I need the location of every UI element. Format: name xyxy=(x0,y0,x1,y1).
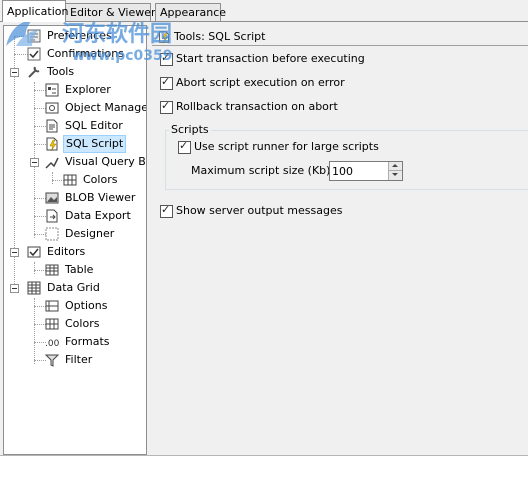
tree-item-label: Data Grid xyxy=(47,281,100,294)
sql-editor-icon xyxy=(46,119,58,133)
use-script-runner-checkbox[interactable] xyxy=(178,139,191,154)
svg-text:.00: .00 xyxy=(45,339,60,349)
spinner-up-button[interactable] xyxy=(388,162,402,171)
header-divider xyxy=(152,45,528,46)
tree-item-label: Tools xyxy=(47,65,75,78)
abort-on-error-label[interactable]: Abort script execution on error xyxy=(176,76,345,89)
data-export-icon xyxy=(46,209,58,223)
show-server-output-label[interactable]: Show server output messages xyxy=(176,204,342,217)
scripts-group xyxy=(165,130,528,190)
sql-script-icon xyxy=(46,137,58,152)
tree-line xyxy=(34,298,35,364)
collapse-tools-toggle[interactable] xyxy=(10,68,19,77)
tree-item-label: Table xyxy=(65,263,94,276)
sql-script-icon xyxy=(159,31,169,44)
tree-item-label: Editors xyxy=(47,245,86,258)
start-transaction-checkbox[interactable] xyxy=(160,51,173,66)
tree-item-label: Visual Query Build xyxy=(65,155,146,168)
max-script-size-label: Maximum script size (Kb) xyxy=(191,164,331,177)
tab-application[interactable]: Application xyxy=(2,0,69,22)
formats-icon: .00 xyxy=(45,339,60,349)
abort-on-error-checkbox[interactable] xyxy=(160,75,173,90)
colors-icon xyxy=(63,174,77,186)
max-script-size-input[interactable] xyxy=(332,163,384,179)
rollback-on-abort-label[interactable]: Rollback transaction on abort xyxy=(176,100,338,113)
page-title: Tools: SQL Script xyxy=(152,28,528,46)
tab-appearance-label: Appearance xyxy=(160,6,227,19)
page-title-text: Tools: SQL Script xyxy=(174,30,266,43)
spinner-down-button[interactable] xyxy=(388,171,402,180)
options-tree[interactable]: Preferences Confirmations Tools Explorer… xyxy=(3,25,147,455)
tree-item-label: Colors xyxy=(65,317,100,330)
collapse-visual-query-toggle[interactable] xyxy=(30,158,39,167)
tree-line xyxy=(52,172,53,184)
object-manager-icon xyxy=(45,102,59,114)
tree-item-label: Confirmations xyxy=(47,47,124,60)
tree-item-label: Colors xyxy=(83,173,118,186)
designer-icon xyxy=(45,227,59,241)
tools-icon xyxy=(28,66,40,78)
max-script-size-spinner[interactable] xyxy=(329,161,403,181)
colors-icon xyxy=(45,318,59,330)
explorer-icon xyxy=(45,83,59,97)
table-icon xyxy=(45,264,59,276)
collapse-data-grid-toggle[interactable] xyxy=(10,284,19,293)
tree-item-label: Explorer xyxy=(65,83,111,96)
editors-icon xyxy=(27,246,41,258)
tree-item-label: Object Manager xyxy=(65,101,147,114)
rollback-on-abort-checkbox[interactable] xyxy=(160,99,173,114)
tree-item-label: SQL Script xyxy=(63,135,127,153)
tree-item-label: BLOB Viewer xyxy=(65,191,136,204)
tab-strip-border xyxy=(0,21,528,22)
show-server-output-checkbox[interactable] xyxy=(160,203,173,218)
collapse-editors-toggle[interactable] xyxy=(10,248,19,257)
tree-item-label: Filter xyxy=(65,353,93,366)
data-grid-icon xyxy=(27,281,41,295)
tree-item-label: Formats xyxy=(65,335,110,348)
tree-item-label: Options xyxy=(65,299,108,312)
use-script-runner-label[interactable]: Use script runner for large scripts xyxy=(194,140,379,153)
options-icon xyxy=(45,300,59,312)
tab-editor-viewers[interactable]: Editor & Viewers xyxy=(65,3,161,21)
tree-item-label: Designer xyxy=(65,227,115,240)
bottom-panel xyxy=(0,456,528,487)
start-transaction-label[interactable]: Start transaction before executing xyxy=(176,52,365,65)
tree-item-label: Preferences xyxy=(47,29,112,42)
filter-icon xyxy=(44,354,60,367)
blob-viewer-icon xyxy=(45,192,59,204)
tab-editor-viewers-label: Editor & Viewers xyxy=(70,6,162,19)
tree-item-label: Data Export xyxy=(65,209,131,222)
visual-query-builder-icon xyxy=(45,157,59,169)
tab-appearance[interactable]: Appearance xyxy=(155,3,226,21)
tree-line xyxy=(34,262,35,274)
scripts-group-title: Scripts xyxy=(169,123,211,136)
tree-item-label: SQL Editor xyxy=(65,119,123,132)
tab-application-label: Application xyxy=(7,5,69,18)
